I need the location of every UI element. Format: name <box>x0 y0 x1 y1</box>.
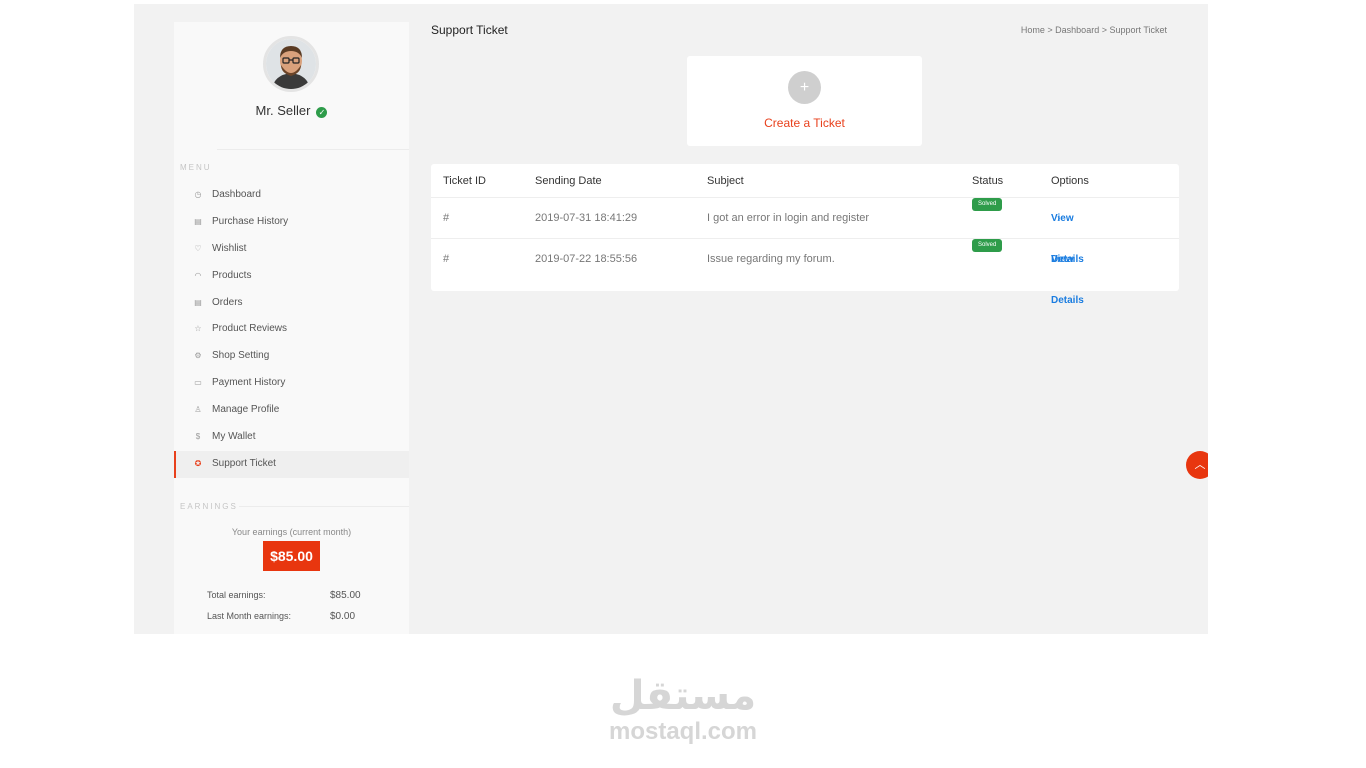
view-details-label: View Details <box>1051 254 1084 306</box>
avatar[interactable] <box>263 36 319 92</box>
column-header-subject: Subject <box>707 175 744 187</box>
column-header-sending-date: Sending Date <box>535 175 602 187</box>
status-badge: Solved <box>972 239 1003 252</box>
sidebar-item-label: My Wallet <box>212 431 256 443</box>
ticket-subject: I got an error in login and register <box>707 212 870 224</box>
page-title: Support Ticket <box>431 23 508 37</box>
file-icon: ▤ <box>194 297 202 307</box>
app-frame: Mr. Seller ✓ MENU ◷ Dashboard ▤ Purchase Hi… <box>134 4 1208 634</box>
sidebar-menu: ◷ Dashboard ▤ Purchase History ♡ Wishlist ◠… <box>174 182 409 478</box>
total-earnings-row: Total earnings: $85.00 <box>207 590 397 601</box>
wifi-icon: ◠ <box>194 270 202 280</box>
create-ticket-label: Create a Ticket <box>764 116 845 130</box>
dashboard-icon: ◷ <box>194 190 202 199</box>
chevron-right-icon: › <box>1057 254 1061 265</box>
dollar-icon: $ <box>195 432 201 442</box>
sidebar-item-wishlist[interactable]: ♡ Wishlist <box>174 236 409 263</box>
column-header-ticket-id: Ticket ID <box>443 175 486 187</box>
ticket-date: 2019-07-22 18:55:56 <box>535 253 638 265</box>
total-earnings-value: $85.00 <box>330 590 361 601</box>
seller-name-text: Mr. Seller <box>255 103 311 118</box>
breadcrumb: Home > Dashboard > Support Ticket <box>1020 25 1167 35</box>
sidebar-item-label: Purchase History <box>212 215 289 227</box>
earnings-heading: EARNINGS <box>180 502 238 511</box>
column-header-options: Options <box>1051 175 1089 187</box>
heart-icon: ♡ <box>194 243 202 253</box>
last-month-earnings-row: Last Month earnings: $0.00 <box>207 611 397 622</box>
ticket-id: # <box>443 253 450 265</box>
seller-name: Mr. Seller ✓ <box>174 103 409 118</box>
verified-check-icon: ✓ <box>316 107 328 118</box>
tickets-table: Ticket ID Sending Date Subject Status Op… <box>431 164 1179 306</box>
profile-photo <box>266 39 316 89</box>
plus-icon: + <box>788 71 821 104</box>
column-header-status: Status <box>972 175 1004 187</box>
sidebar-item-label: Manage Profile <box>212 404 280 416</box>
sidebar-item-label: Wishlist <box>212 242 247 254</box>
sidebar: Mr. Seller ✓ MENU ◷ Dashboard ▤ Purchase Hi… <box>174 22 409 634</box>
watermark-latin: mostaql.com <box>608 718 758 745</box>
sidebar-item-product-reviews[interactable]: ☆ Product Reviews <box>174 316 409 343</box>
ticket-date: 2019-07-31 18:41:29 <box>535 212 638 224</box>
scroll-to-top-button[interactable]: ︿ <box>1186 451 1208 479</box>
status-badge: Solved <box>972 198 1003 211</box>
last-month-earnings-value: $0.00 <box>330 611 356 622</box>
star-icon: ☆ <box>194 324 202 334</box>
last-month-earnings-label: Last Month earnings: <box>207 611 292 621</box>
current-month-earnings: $85.00 <box>263 541 320 571</box>
sidebar-item-dashboard[interactable]: ◷ Dashboard <box>174 182 409 209</box>
sidebar-item-label: Dashboard <box>212 189 261 200</box>
card-icon: ▭ <box>194 378 202 388</box>
menu-divider <box>217 149 409 150</box>
earnings-caption: Your earnings (current month) <box>231 527 352 537</box>
sidebar-item-products[interactable]: ◠ Products <box>174 263 409 290</box>
watermark-logo: مستقل mostaql.com <box>583 672 783 744</box>
sidebar-item-orders[interactable]: ▤ Orders <box>174 290 409 317</box>
sidebar-item-payment-history[interactable]: ▭ Payment History <box>174 370 409 397</box>
total-earnings-label: Total earnings: <box>207 590 266 600</box>
sidebar-item-label: Products <box>212 269 252 281</box>
create-ticket-button[interactable]: + Create a Ticket <box>687 56 922 146</box>
sidebar-item-label: Payment History <box>212 377 286 389</box>
sidebar-item-purchase-history[interactable]: ▤ Purchase History <box>174 209 409 236</box>
sidebar-item-label: Support Ticket <box>212 457 276 469</box>
watermark-arabic: مستقل <box>609 673 757 719</box>
sidebar-item-support-ticket[interactable]: ✪ Support Ticket <box>174 450 409 478</box>
menu-heading: MENU <box>180 163 212 172</box>
chevron-right-icon: › <box>1057 213 1061 224</box>
user-icon: ♙ <box>194 405 202 415</box>
sidebar-item-label: Orders <box>212 296 243 308</box>
earnings-divider <box>239 506 409 507</box>
sidebar-item-label: Shop Setting <box>212 350 270 362</box>
ticket-id: # <box>443 212 450 224</box>
table-header: Ticket ID Sending Date Subject Status Op… <box>431 164 1179 198</box>
sidebar-item-label: Product Reviews <box>212 323 288 335</box>
sidebar-item-manage-profile[interactable]: ♙ Manage Profile <box>174 397 409 424</box>
table-row: # 2019-07-31 18:41:29 I got an error in … <box>431 198 1179 265</box>
ticket-subject: Issue regarding my forum. <box>707 253 835 265</box>
sidebar-item-shop-setting[interactable]: ⚙ Shop Setting <box>174 343 409 370</box>
lifebuoy-icon: ✪ <box>194 458 202 468</box>
file-icon: ▤ <box>194 216 202 226</box>
gear-icon: ⚙ <box>194 351 202 361</box>
sidebar-item-my-wallet[interactable]: $ My Wallet <box>174 424 409 451</box>
chevron-up-icon: ︿ <box>1194 459 1206 471</box>
table-row: # 2019-07-22 18:55:56 Issue regarding my… <box>431 239 1179 306</box>
